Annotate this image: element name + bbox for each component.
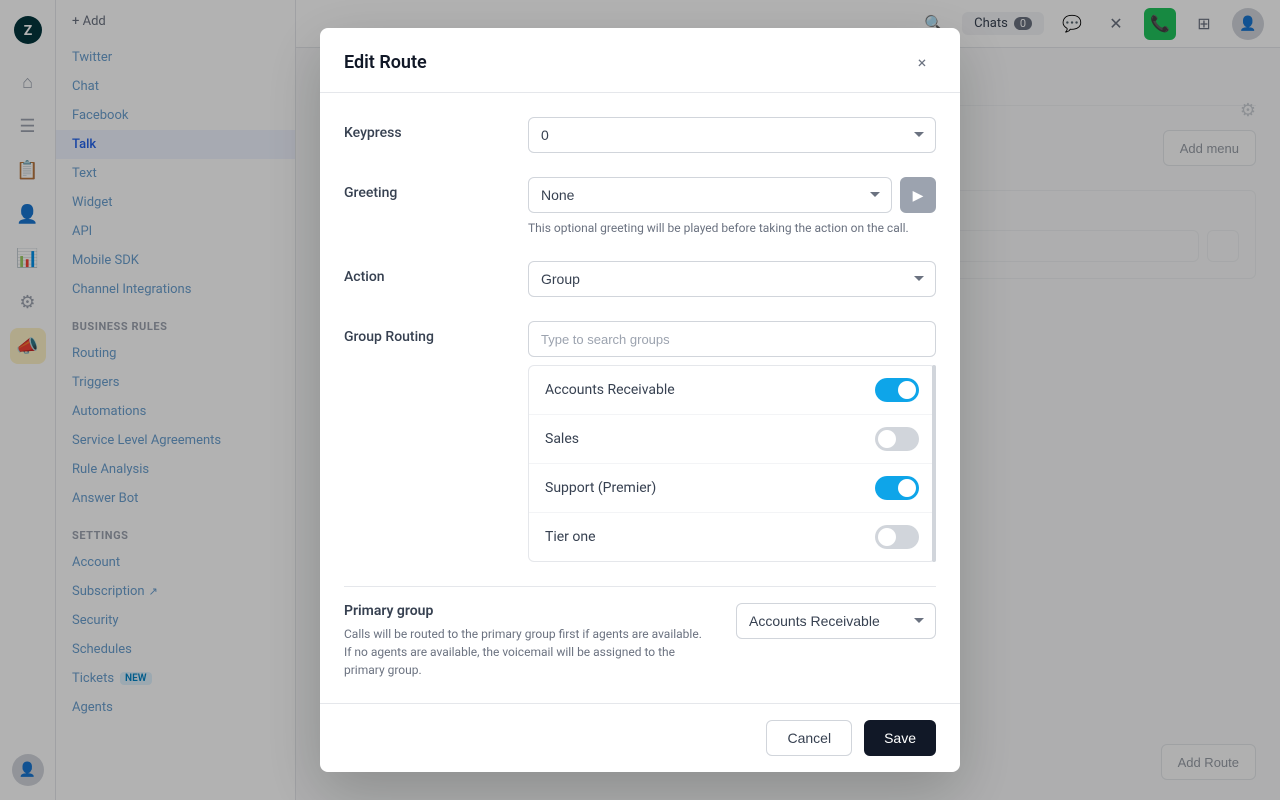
group-item-sales: Sales (529, 415, 935, 464)
toggle-accounts-receivable[interactable] (875, 378, 919, 402)
play-icon: ▶ (913, 187, 924, 204)
primary-group-info: Primary group Calls will be routed to th… (344, 603, 712, 679)
toggle-sales[interactable] (875, 427, 919, 451)
keypress-label: Keypress (344, 117, 504, 141)
group-routing-row: Group Routing Accounts Receivable (344, 321, 936, 562)
main-content: 🔍 Chats 0 💬 ✕ 📞 ⊞ 👤 Settings IVR Add men… (296, 0, 1280, 800)
primary-group-select-container: Accounts Receivable Sales Support (Premi… (736, 603, 936, 639)
edit-route-modal: Edit Route × Keypress 0 1 2 3 4 5 (320, 28, 960, 772)
group-name: Sales (545, 431, 579, 447)
group-item-support-premier: Support (Premier) (529, 464, 935, 513)
greeting-control: None ▶ This optional greeting will be pl… (528, 177, 936, 237)
toggle-support-premier[interactable] (875, 476, 919, 500)
greeting-row: Greeting None ▶ This optional greeting w… (344, 177, 936, 237)
keypress-select[interactable]: 0 1 2 3 4 5 6 7 8 9 (528, 117, 936, 153)
toggle-tier-one[interactable] (875, 525, 919, 549)
action-row: Action Group Voicemail External Number (344, 261, 936, 297)
primary-group-title: Primary group (344, 603, 712, 619)
group-item-accounts-receivable: Accounts Receivable (529, 366, 935, 415)
group-name: Tier one (545, 529, 596, 545)
group-list-wrapper: Accounts Receivable Sales (528, 365, 936, 562)
modal-footer: Cancel Save (320, 703, 960, 772)
modal-body: Keypress 0 1 2 3 4 5 6 7 8 9 (320, 93, 960, 703)
greeting-input-row: None ▶ (528, 177, 936, 213)
action-select[interactable]: Group Voicemail External Number (528, 261, 936, 297)
group-routing-label: Group Routing (344, 321, 504, 345)
greeting-select[interactable]: None (528, 177, 892, 213)
greeting-hint: This optional greeting will be played be… (528, 219, 936, 237)
group-routing-control: Accounts Receivable Sales (528, 321, 936, 562)
cancel-button[interactable]: Cancel (766, 720, 852, 756)
keypress-row: Keypress 0 1 2 3 4 5 6 7 8 9 (344, 117, 936, 153)
group-search-input[interactable] (528, 321, 936, 357)
primary-group-row: Primary group Calls will be routed to th… (344, 586, 936, 679)
primary-group-description: Calls will be routed to the primary grou… (344, 625, 712, 679)
action-label: Action (344, 261, 504, 285)
keypress-control: 0 1 2 3 4 5 6 7 8 9 (528, 117, 936, 153)
greeting-label: Greeting (344, 177, 504, 201)
action-control: Group Voicemail External Number (528, 261, 936, 297)
modal-close-button[interactable]: × (908, 48, 936, 76)
play-greeting-button[interactable]: ▶ (900, 177, 936, 213)
group-name: Accounts Receivable (545, 382, 675, 398)
save-button[interactable]: Save (864, 720, 936, 756)
modal-header: Edit Route × (320, 28, 960, 93)
group-list: Accounts Receivable Sales (528, 365, 936, 562)
modal-title: Edit Route (344, 52, 427, 73)
modal-overlay[interactable]: Edit Route × Keypress 0 1 2 3 4 5 (296, 0, 1280, 800)
group-name: Support (Premier) (545, 480, 656, 496)
group-item-tier-one: Tier one (529, 513, 935, 561)
primary-group-select[interactable]: Accounts Receivable Sales Support (Premi… (736, 603, 936, 639)
